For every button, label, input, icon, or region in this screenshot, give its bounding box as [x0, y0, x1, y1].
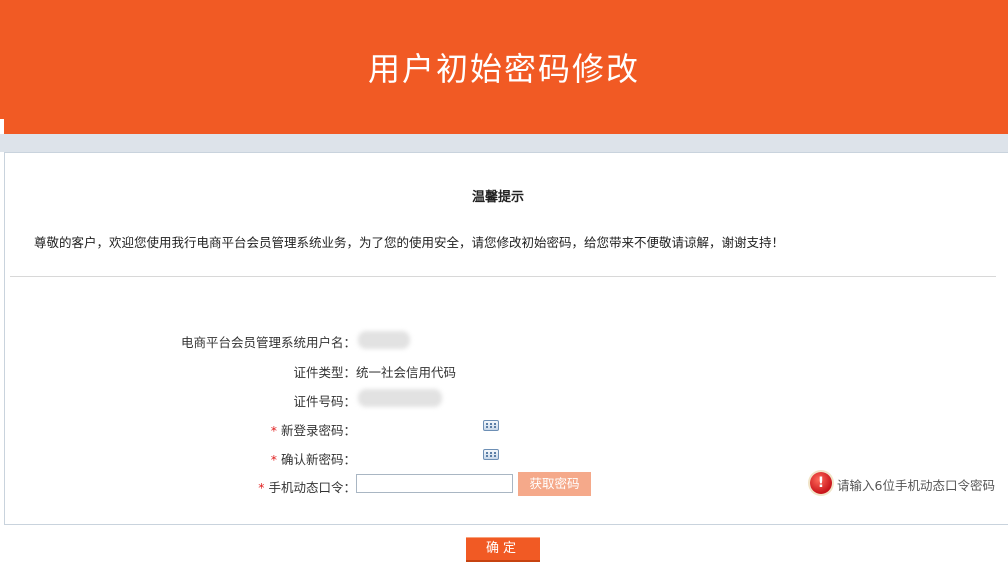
warning-icon: !	[810, 472, 832, 494]
required-mark: *	[270, 423, 277, 438]
required-mark: *	[270, 452, 277, 467]
otp-hint: 请输入6位手机动态口令密码	[837, 478, 995, 493]
otp-label: * 手机动态口令：	[258, 477, 356, 496]
username-value-redacted	[358, 331, 410, 349]
new-password-label-text: 新登录密码：	[280, 423, 356, 438]
separator-band	[0, 134, 1008, 152]
id-type-value: 统一社会信用代码	[356, 365, 457, 380]
tips-title: 温馨提示	[471, 190, 524, 205]
page-header: 用户初始密码修改	[0, 0, 1008, 134]
new-password-label: * 新登录密码：	[271, 420, 356, 439]
confirm-password-field[interactable]	[356, 445, 480, 467]
otp-label-text: 手机动态口令：	[268, 480, 356, 495]
keyboard-icon[interactable]	[483, 449, 499, 460]
otp-input[interactable]	[356, 474, 513, 493]
get-code-button[interactable]: 获取密码	[518, 472, 591, 496]
confirm-password-label: * 确认新密码：	[271, 449, 356, 468]
confirm-button[interactable]: 确定	[466, 537, 540, 562]
id-number-value-redacted	[358, 389, 442, 407]
confirm-password-label-text: 确认新密码：	[280, 452, 356, 467]
tips-message: 尊敬的客户，欢迎您使用我行电商平台会员管理系统业务，为了您的使用安全，请您修改初…	[34, 235, 785, 250]
page-title: 用户初始密码修改	[367, 50, 640, 88]
username-label: 电商平台会员管理系统用户名：	[180, 335, 356, 350]
id-number-label: 证件号码：	[293, 394, 356, 409]
content-panel	[4, 152, 1008, 525]
id-type-label: 证件类型：	[293, 365, 356, 380]
required-mark: *	[258, 480, 265, 495]
keyboard-icon[interactable]	[483, 420, 499, 431]
new-password-field[interactable]	[356, 416, 480, 438]
divider	[10, 276, 996, 277]
header-strip	[0, 119, 4, 134]
